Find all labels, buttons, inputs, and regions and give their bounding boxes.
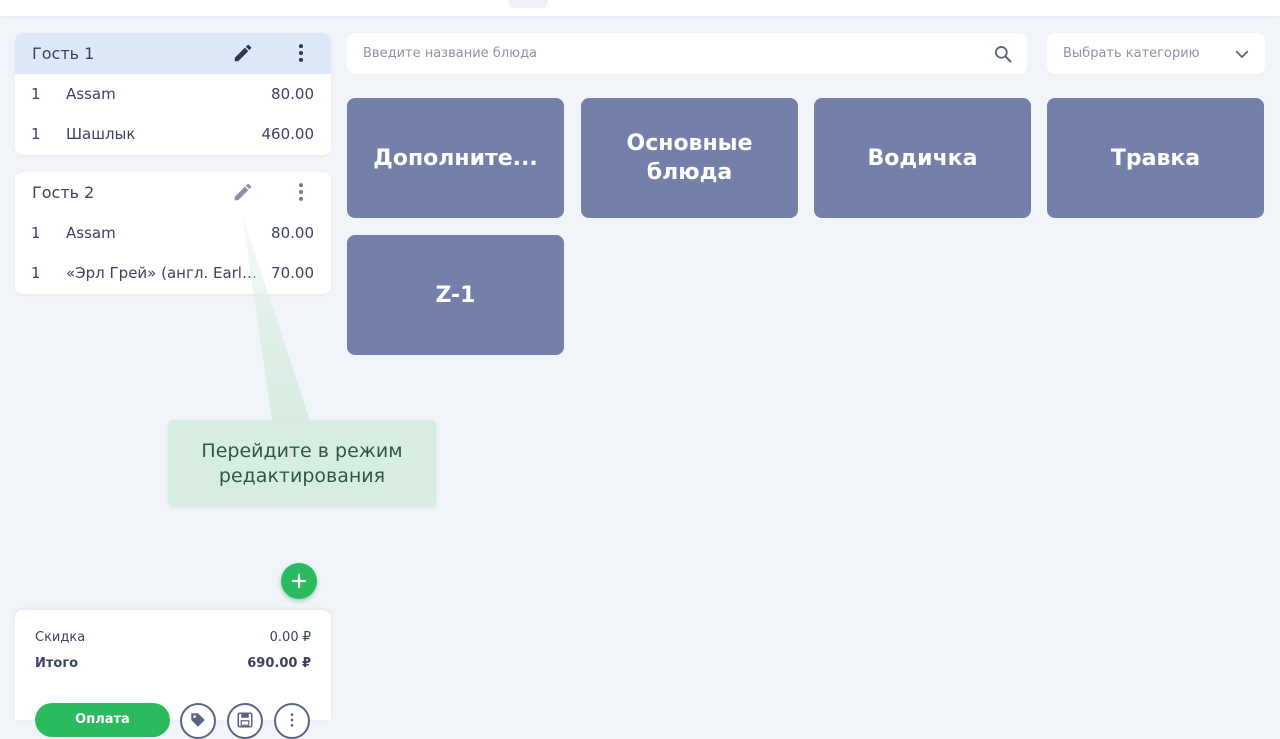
guest-header[interactable]: Гость 1 [15, 33, 331, 74]
category-tile-label: Травка [1110, 145, 1201, 171]
category-tile-label: Водичка [867, 145, 978, 171]
order-item[interactable]: 1 Assam 80.00 [15, 213, 331, 253]
guest-menu-button[interactable] [287, 39, 315, 67]
add-guest-button[interactable] [281, 563, 317, 599]
category-tile-label: Основные блюда [626, 131, 753, 185]
order-item-qty: 1 [31, 125, 41, 143]
pencil-icon [234, 44, 252, 62]
order-item[interactable]: 1 Шашлык 460.00 [15, 114, 331, 154]
category-tile[interactable]: Основные блюда [581, 98, 798, 218]
total-value: 690.00 ₽ [247, 656, 311, 671]
pay-button[interactable]: Оплата [35, 703, 170, 737]
category-tile[interactable]: Дополните... [347, 98, 564, 218]
top-bar-tab[interactable] [508, 0, 548, 8]
order-item-price: 80.00 [271, 85, 314, 103]
category-tile[interactable]: Z-1 [347, 235, 564, 355]
guest-menu-button[interactable] [287, 178, 315, 206]
guest-card-2[interactable]: Гость 2 1 Assam 80.00 1 «Эрл Грей» (англ… [15, 172, 331, 294]
category-select-label: Выбрать категорию [1063, 46, 1200, 61]
tooltip-text: Перейдите в режим редактирования [201, 439, 403, 487]
top-bar [0, 0, 1280, 16]
guest-name: Гость 2 [32, 183, 95, 202]
more-vertical-icon [290, 713, 294, 727]
order-item-price: 460.00 [261, 125, 315, 143]
plus-icon [291, 573, 307, 589]
guest-card-1[interactable]: Гость 1 1 Assam 80.00 1 Шашлык 460.00 [15, 33, 331, 155]
save-button[interactable] [227, 703, 263, 739]
category-tile[interactable]: Травка [1047, 98, 1264, 218]
category-tile[interactable]: Водичка [814, 98, 1031, 218]
order-item-price: 80.00 [271, 224, 314, 242]
order-item-name: Assam [66, 224, 116, 242]
order-item-qty: 1 [31, 264, 41, 282]
order-item-name: Шашлык [66, 125, 136, 143]
guest-header[interactable]: Гость 2 [15, 172, 331, 213]
pencil-icon [234, 183, 252, 201]
search-icon[interactable] [993, 44, 1013, 64]
more-vertical-icon [298, 44, 304, 62]
discount-value: 0.00 ₽ [269, 630, 311, 645]
more-vertical-icon [298, 183, 304, 201]
guest-name: Гость 1 [32, 44, 95, 63]
category-tile-label: Дополните... [373, 145, 538, 171]
search-input[interactable] [363, 46, 993, 61]
order-item-name: «Эрл Грей» (англ. Earl ... [66, 264, 258, 282]
discount-label: Скидка [35, 630, 86, 645]
dish-search[interactable] [347, 33, 1027, 74]
order-item[interactable]: 1 Assam 80.00 [15, 74, 331, 114]
chevron-down-icon [1235, 50, 1249, 58]
edit-guest-button[interactable] [229, 178, 257, 206]
discount-tag-button[interactable] [180, 703, 216, 739]
tag-icon [191, 713, 205, 727]
category-select[interactable]: Выбрать категорию [1047, 33, 1265, 74]
order-item-price: 70.00 [271, 264, 314, 282]
category-tile-label: Z-1 [435, 282, 476, 308]
more-actions-button[interactable] [274, 703, 310, 739]
tooltip: Перейдите в режим редактирования [168, 420, 436, 507]
order-item[interactable]: 1 «Эрл Грей» (англ. Earl ... 70.00 [15, 253, 331, 293]
total-label: Итого [35, 656, 79, 671]
order-item-qty: 1 [31, 224, 41, 242]
order-item-name: Assam [66, 85, 116, 103]
edit-guest-button[interactable] [229, 39, 257, 67]
order-item-qty: 1 [31, 85, 41, 103]
order-totals: Скидка 0.00 ₽ Итого 690.00 ₽ Оплата [15, 610, 331, 739]
floppy-icon [237, 712, 253, 728]
total-row: Итого 690.00 ₽ [35, 656, 311, 671]
discount-row: Скидка 0.00 ₽ [35, 630, 311, 645]
